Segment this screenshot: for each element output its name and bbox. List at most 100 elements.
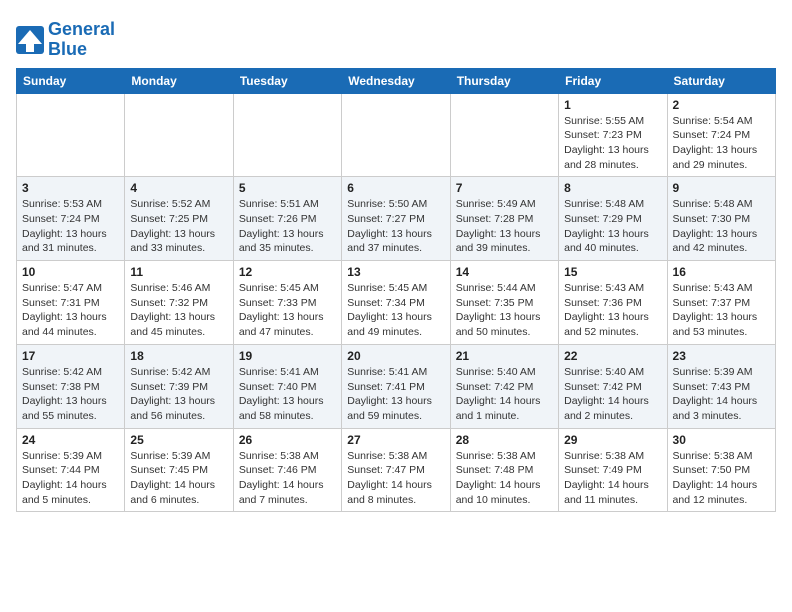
day-info: Sunrise: 5:52 AM Sunset: 7:25 PM Dayligh… xyxy=(130,197,227,256)
calendar-week-row: 3Sunrise: 5:53 AM Sunset: 7:24 PM Daylig… xyxy=(17,177,776,261)
day-number: 6 xyxy=(347,181,444,195)
day-number: 19 xyxy=(239,349,336,363)
day-info: Sunrise: 5:38 AM Sunset: 7:46 PM Dayligh… xyxy=(239,449,336,508)
calendar-cell: 8Sunrise: 5:48 AM Sunset: 7:29 PM Daylig… xyxy=(559,177,667,261)
day-info: Sunrise: 5:46 AM Sunset: 7:32 PM Dayligh… xyxy=(130,281,227,340)
day-info: Sunrise: 5:42 AM Sunset: 7:38 PM Dayligh… xyxy=(22,365,119,424)
day-number: 28 xyxy=(456,433,553,447)
calendar-cell xyxy=(450,93,558,177)
day-number: 29 xyxy=(564,433,661,447)
day-number: 13 xyxy=(347,265,444,279)
day-info: Sunrise: 5:49 AM Sunset: 7:28 PM Dayligh… xyxy=(456,197,553,256)
day-info: Sunrise: 5:47 AM Sunset: 7:31 PM Dayligh… xyxy=(22,281,119,340)
day-info: Sunrise: 5:39 AM Sunset: 7:44 PM Dayligh… xyxy=(22,449,119,508)
day-info: Sunrise: 5:38 AM Sunset: 7:49 PM Dayligh… xyxy=(564,449,661,508)
day-number: 23 xyxy=(673,349,770,363)
calendar-cell: 15 Sunrise: 5:43 AM Sunset: 7:36 PM Dayli… xyxy=(559,261,667,345)
day-number: 22 xyxy=(564,349,661,363)
day-number: 20 xyxy=(347,349,444,363)
calendar-cell: 21 Sunrise: 5:40 AM Sunset: 7:42 PM Dayli… xyxy=(450,344,558,428)
day-number: 10 xyxy=(22,265,119,279)
calendar-week-row: 10 Sunrise: 5:47 AM Sunset: 7:31 PM Dayli… xyxy=(17,261,776,345)
day-info: Sunrise: 5:48 AM Sunset: 7:29 PM Dayligh… xyxy=(564,197,661,256)
calendar-week-row: 1 Sunrise: 5:55 AM Sunset: 7:23 PM Daylig… xyxy=(17,93,776,177)
day-info: Sunrise: 5:41 AM Sunset: 7:41 PM Dayligh… xyxy=(347,365,444,424)
calendar-cell: 29 Sunrise: 5:38 AM Sunset: 7:49 PM Dayli… xyxy=(559,428,667,512)
calendar-cell: 28 Sunrise: 5:38 AM Sunset: 7:48 PM Dayli… xyxy=(450,428,558,512)
day-number: 4 xyxy=(130,181,227,195)
calendar-cell: 16 Sunrise: 5:43 AM Sunset: 7:37 PM Dayli… xyxy=(667,261,775,345)
day-number: 27 xyxy=(347,433,444,447)
day-number: 24 xyxy=(22,433,119,447)
day-info: Sunrise: 5:45 AM Sunset: 7:33 PM Dayligh… xyxy=(239,281,336,340)
calendar-cell: 4 Sunrise: 5:52 AM Sunset: 7:25 PM Daylig… xyxy=(125,177,233,261)
day-number: 16 xyxy=(673,265,770,279)
day-info: Sunrise: 5:40 AM Sunset: 7:42 PM Dayligh… xyxy=(564,365,661,424)
logo: General Blue xyxy=(16,20,115,60)
calendar-cell: 24 Sunrise: 5:39 AM Sunset: 7:44 PM Dayli… xyxy=(17,428,125,512)
calendar-table: SundayMondayTuesdayWednesdayThursdayFrid… xyxy=(16,68,776,513)
calendar-cell xyxy=(342,93,450,177)
day-number: 7 xyxy=(456,181,553,195)
col-header-saturday: Saturday xyxy=(667,68,775,93)
logo-text: General Blue xyxy=(48,20,115,60)
calendar-cell: 2Sunrise: 5:54 AM Sunset: 7:24 PM Daylig… xyxy=(667,93,775,177)
calendar-cell: 1 Sunrise: 5:55 AM Sunset: 7:23 PM Daylig… xyxy=(559,93,667,177)
calendar-cell: 12 Sunrise: 5:45 AM Sunset: 7:33 PM Dayli… xyxy=(233,261,341,345)
col-header-friday: Friday xyxy=(559,68,667,93)
day-info: Sunrise: 5:39 AM Sunset: 7:43 PM Dayligh… xyxy=(673,365,770,424)
calendar-header-row: SundayMondayTuesdayWednesdayThursdayFrid… xyxy=(17,68,776,93)
day-number: 21 xyxy=(456,349,553,363)
day-info: Sunrise: 5:40 AM Sunset: 7:42 PM Dayligh… xyxy=(456,365,553,424)
calendar-cell: 10 Sunrise: 5:47 AM Sunset: 7:31 PM Dayli… xyxy=(17,261,125,345)
calendar-cell: 18Sunrise: 5:42 AM Sunset: 7:39 PM Dayli… xyxy=(125,344,233,428)
day-info: Sunrise: 5:44 AM Sunset: 7:35 PM Dayligh… xyxy=(456,281,553,340)
day-info: Sunrise: 5:43 AM Sunset: 7:37 PM Dayligh… xyxy=(673,281,770,340)
day-number: 1 xyxy=(564,98,661,112)
day-info: Sunrise: 5:38 AM Sunset: 7:50 PM Dayligh… xyxy=(673,449,770,508)
calendar-cell: 13 Sunrise: 5:45 AM Sunset: 7:34 PM Dayli… xyxy=(342,261,450,345)
day-number: 26 xyxy=(239,433,336,447)
day-info: Sunrise: 5:48 AM Sunset: 7:30 PM Dayligh… xyxy=(673,197,770,256)
day-number: 17 xyxy=(22,349,119,363)
day-info: Sunrise: 5:38 AM Sunset: 7:47 PM Dayligh… xyxy=(347,449,444,508)
calendar-cell: 17 Sunrise: 5:42 AM Sunset: 7:38 PM Dayli… xyxy=(17,344,125,428)
calendar-cell: 27 Sunrise: 5:38 AM Sunset: 7:47 PM Dayli… xyxy=(342,428,450,512)
logo-icon xyxy=(16,26,44,54)
calendar-cell: 30 Sunrise: 5:38 AM Sunset: 7:50 PM Dayli… xyxy=(667,428,775,512)
col-header-monday: Monday xyxy=(125,68,233,93)
calendar-week-row: 24 Sunrise: 5:39 AM Sunset: 7:44 PM Dayli… xyxy=(17,428,776,512)
day-info: Sunrise: 5:54 AM Sunset: 7:24 PM Dayligh… xyxy=(673,114,770,173)
day-info: Sunrise: 5:43 AM Sunset: 7:36 PM Dayligh… xyxy=(564,281,661,340)
calendar-cell xyxy=(17,93,125,177)
calendar-cell: 20 Sunrise: 5:41 AM Sunset: 7:41 PM Dayli… xyxy=(342,344,450,428)
day-number: 25 xyxy=(130,433,227,447)
calendar-cell: 5Sunrise: 5:51 AM Sunset: 7:26 PM Daylig… xyxy=(233,177,341,261)
day-number: 15 xyxy=(564,265,661,279)
calendar-cell: 26 Sunrise: 5:38 AM Sunset: 7:46 PM Dayli… xyxy=(233,428,341,512)
calendar-cell: 9 Sunrise: 5:48 AM Sunset: 7:30 PM Daylig… xyxy=(667,177,775,261)
day-number: 30 xyxy=(673,433,770,447)
day-number: 9 xyxy=(673,181,770,195)
day-info: Sunrise: 5:55 AM Sunset: 7:23 PM Dayligh… xyxy=(564,114,661,173)
calendar-cell: 6 Sunrise: 5:50 AM Sunset: 7:27 PM Daylig… xyxy=(342,177,450,261)
col-header-sunday: Sunday xyxy=(17,68,125,93)
calendar-cell: 3Sunrise: 5:53 AM Sunset: 7:24 PM Daylig… xyxy=(17,177,125,261)
calendar-cell: 23 Sunrise: 5:39 AM Sunset: 7:43 PM Dayli… xyxy=(667,344,775,428)
col-header-tuesday: Tuesday xyxy=(233,68,341,93)
day-number: 5 xyxy=(239,181,336,195)
calendar-cell: 22 Sunrise: 5:40 AM Sunset: 7:42 PM Dayli… xyxy=(559,344,667,428)
col-header-thursday: Thursday xyxy=(450,68,558,93)
day-info: Sunrise: 5:50 AM Sunset: 7:27 PM Dayligh… xyxy=(347,197,444,256)
calendar-cell xyxy=(125,93,233,177)
col-header-wednesday: Wednesday xyxy=(342,68,450,93)
calendar-cell: 25Sunrise: 5:39 AM Sunset: 7:45 PM Dayli… xyxy=(125,428,233,512)
calendar-cell: 14Sunrise: 5:44 AM Sunset: 7:35 PM Dayli… xyxy=(450,261,558,345)
day-info: Sunrise: 5:38 AM Sunset: 7:48 PM Dayligh… xyxy=(456,449,553,508)
day-info: Sunrise: 5:45 AM Sunset: 7:34 PM Dayligh… xyxy=(347,281,444,340)
calendar-cell: 7 Sunrise: 5:49 AM Sunset: 7:28 PM Daylig… xyxy=(450,177,558,261)
calendar-cell: 11Sunrise: 5:46 AM Sunset: 7:32 PM Dayli… xyxy=(125,261,233,345)
day-info: Sunrise: 5:42 AM Sunset: 7:39 PM Dayligh… xyxy=(130,365,227,424)
day-number: 12 xyxy=(239,265,336,279)
page-header: General Blue xyxy=(16,16,776,60)
